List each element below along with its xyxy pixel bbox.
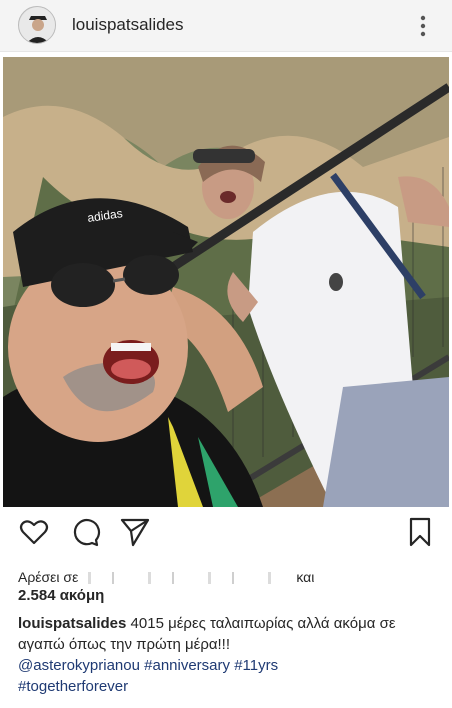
more-vertical-icon[interactable] [412, 10, 434, 42]
send-icon[interactable] [119, 516, 151, 553]
likes-suffix: και [296, 569, 315, 585]
post-actions [0, 516, 452, 560]
bookmark-icon[interactable] [404, 516, 436, 553]
hashtag-anniversary[interactable]: #anniversary [144, 657, 230, 674]
mention-link[interactable]: @asterokyprianou [18, 657, 140, 674]
likes-summary[interactable]: Αρέσει σε και 2.584 ακόμη [18, 569, 314, 604]
hashtag-11yrs[interactable]: #11yrs [234, 657, 278, 674]
caption: louispatsalides 4015 μέρες ταλαιπωρίας α… [18, 613, 438, 697]
likes-count[interactable]: 2.584 ακόμη [18, 587, 314, 604]
post-header: louispatsalides [0, 0, 452, 52]
hashtag-togetherforever[interactable]: #togetherforever [18, 678, 128, 695]
likes-prefix: Αρέσει σε [18, 569, 79, 585]
comment-icon[interactable] [69, 516, 101, 553]
caption-username[interactable]: louispatsalides [18, 615, 126, 632]
username[interactable]: louispatsalides [72, 15, 184, 35]
avatar[interactable] [18, 6, 56, 44]
heart-icon[interactable] [18, 516, 50, 553]
post-photo[interactable]: adidas [3, 57, 449, 507]
redacted-names [82, 572, 293, 585]
